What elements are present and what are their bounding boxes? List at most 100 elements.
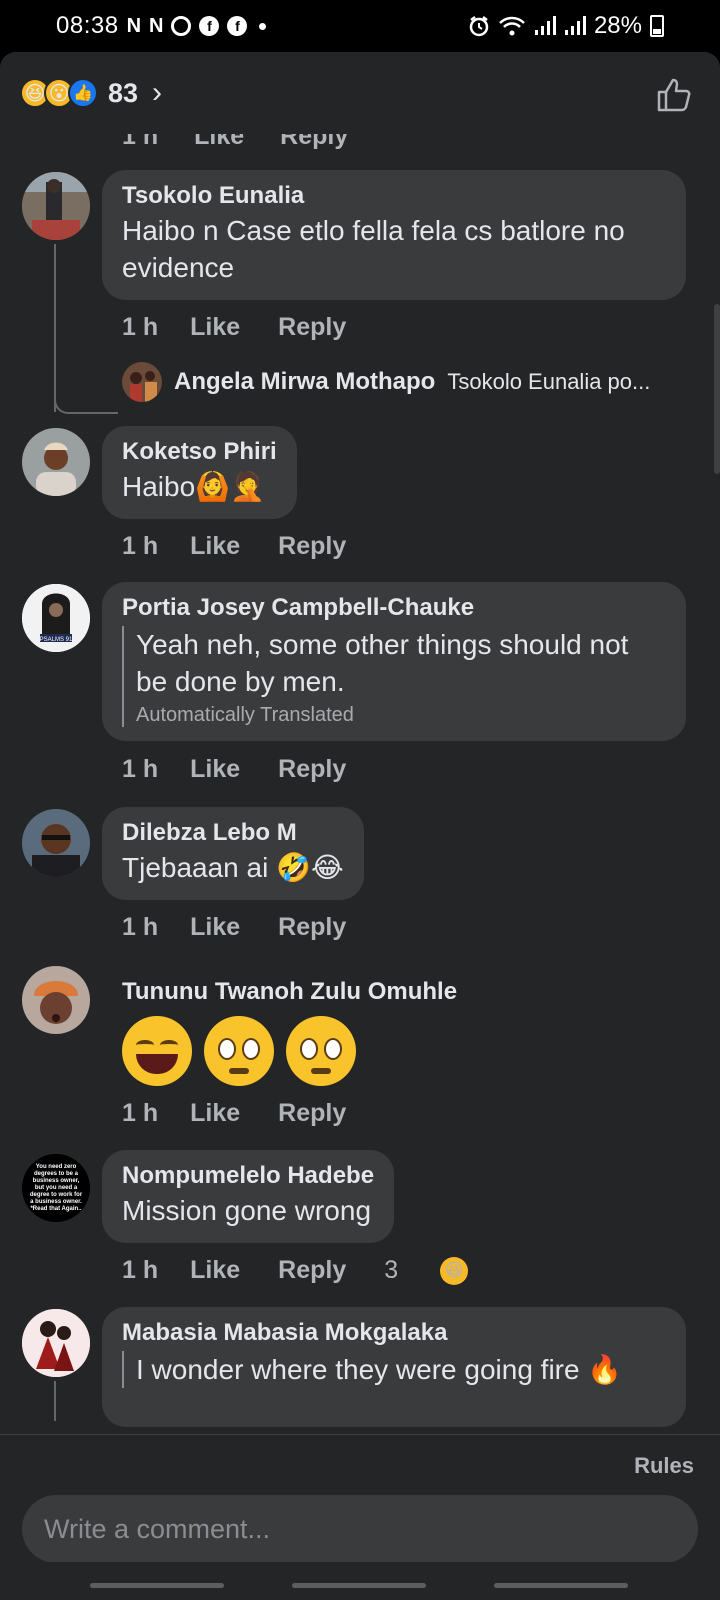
comment-actions: 1 h Like Reply bbox=[122, 755, 384, 784]
reply-button[interactable]: Reply bbox=[278, 1099, 346, 1128]
reply-button[interactable]: Reply bbox=[278, 755, 346, 784]
thread-line bbox=[54, 1381, 56, 1421]
avatar[interactable] bbox=[22, 809, 90, 877]
battery-icon bbox=[650, 15, 664, 37]
comments-list[interactable]: 1 h Like Reply Tsokolo Eunalia Haibo n C… bbox=[0, 134, 720, 1486]
status-bar: 08:38 N N f f 28% bbox=[0, 0, 720, 52]
scrollbar[interactable] bbox=[714, 304, 720, 474]
chevron-right-icon[interactable]: › bbox=[152, 76, 162, 110]
comment-text: Tjebaaan ai 🤣😂 bbox=[122, 852, 344, 883]
reply-text: Tsokolo Eunalia po... bbox=[447, 369, 651, 394]
more-notifications-dot bbox=[259, 22, 267, 30]
commenter-name[interactable]: Tununu Twanoh Zulu Omuhle bbox=[122, 978, 457, 1006]
status-left: 08:38 N N f f bbox=[56, 12, 267, 40]
avatar[interactable]: You need zero degrees to be a business o… bbox=[22, 1154, 90, 1222]
comment-time: 1 h bbox=[122, 755, 159, 783]
comment-text: Yeah neh, some other things should not b… bbox=[136, 629, 629, 697]
translation-label[interactable]: Automatically Translated bbox=[136, 704, 666, 727]
rules-link[interactable]: Rules bbox=[634, 1453, 694, 1479]
notification-n-icon: N bbox=[126, 15, 142, 37]
comment-time: 1 h bbox=[122, 313, 159, 341]
signal-icon bbox=[564, 16, 586, 35]
emoji-comment[interactable] bbox=[122, 1016, 356, 1086]
thread-connector bbox=[54, 392, 118, 414]
status-time: 08:38 bbox=[56, 12, 119, 39]
avatar[interactable] bbox=[22, 1309, 90, 1377]
comment-actions: 1 h Like Reply bbox=[122, 313, 384, 342]
comment-input[interactable] bbox=[22, 1495, 698, 1563]
system-nav-bar bbox=[0, 1562, 720, 1600]
comment-reactions[interactable]: 3 😆 bbox=[384, 1256, 506, 1285]
flushed-face-emoji-icon bbox=[204, 1016, 274, 1086]
flushed-face-emoji-icon bbox=[286, 1016, 356, 1086]
translated-quote: I wonder where they were going fire 🔥 bbox=[122, 1351, 666, 1388]
reactions-header[interactable]: 😆 😮 👍 83 › bbox=[0, 52, 720, 134]
translated-quote: Yeah neh, some other things should not b… bbox=[122, 626, 666, 727]
comment-text: I wonder where they were going fire 🔥 bbox=[136, 1354, 623, 1385]
like-button[interactable]: Like bbox=[190, 913, 240, 942]
reply-button[interactable]: Reply bbox=[280, 134, 348, 151]
commenter-name[interactable]: Tsokolo Eunalia bbox=[122, 182, 666, 210]
reaction-count[interactable]: 83 bbox=[108, 78, 138, 109]
like-button[interactable]: Like bbox=[190, 532, 240, 561]
commenter-name[interactable]: Koketso Phiri bbox=[122, 438, 277, 466]
avatar[interactable]: PSALMS 91 bbox=[22, 584, 90, 652]
previous-comment-actions: 1 h Like Reply bbox=[122, 134, 348, 151]
comment-bubble[interactable]: Nompumelelo Hadebe Mission gone wrong bbox=[102, 1150, 395, 1243]
comment-time: 1 h bbox=[122, 1099, 159, 1127]
reply-avatar[interactable] bbox=[122, 362, 162, 402]
like-button[interactable]: Like bbox=[190, 755, 240, 784]
reply-button[interactable]: Reply bbox=[278, 913, 346, 942]
notification-circle-icon bbox=[171, 16, 192, 36]
comment-text: Mission gone wrong bbox=[122, 1195, 372, 1226]
reply-button[interactable]: Reply bbox=[278, 1256, 346, 1285]
signal-icon bbox=[534, 16, 556, 35]
comment-time: 1 h bbox=[122, 913, 159, 941]
like-thumb-icon[interactable] bbox=[654, 74, 694, 114]
laughing-tears-emoji-icon bbox=[122, 1016, 192, 1086]
comments-sheet: 😆 😮 👍 83 › 1 h Like Reply Tsokolo Eunali… bbox=[0, 52, 720, 1600]
comment-text: Haibo🙆🤦 bbox=[122, 471, 265, 502]
comment-bubble[interactable]: Portia Josey Campbell-Chauke Yeah neh, s… bbox=[102, 582, 686, 741]
reply-author-name[interactable]: Angela Mirwa Mothapo bbox=[174, 368, 435, 396]
reply-button[interactable]: Reply bbox=[278, 532, 346, 561]
avatar[interactable] bbox=[22, 966, 90, 1034]
reply-button[interactable]: Reply bbox=[278, 313, 346, 342]
facebook-icon: f bbox=[227, 16, 248, 36]
comment-bubble[interactable]: Dilebza Lebo M Tjebaaan ai 🤣😂 bbox=[102, 807, 364, 900]
comment-time: 1 h bbox=[122, 134, 159, 150]
comment-time: 1 h bbox=[122, 1256, 159, 1284]
like-reaction-icon: 👍 bbox=[68, 78, 98, 108]
like-button[interactable]: Like bbox=[190, 1099, 240, 1128]
commenter-name[interactable]: Mabasia Mabasia Mokgalaka bbox=[122, 1319, 666, 1347]
comment-text: Haibo n Case etlo fella fela cs batlore … bbox=[122, 215, 625, 283]
avatar[interactable] bbox=[22, 428, 90, 496]
avatar-text: PSALMS 91 bbox=[40, 637, 73, 643]
comment-bubble[interactable]: Mabasia Mabasia Mokgalaka I wonder where… bbox=[102, 1307, 686, 1427]
back-button[interactable] bbox=[494, 1583, 628, 1588]
commenter-name[interactable]: Dilebza Lebo M bbox=[122, 819, 344, 847]
avatar-text: You need zero degrees to be a business o… bbox=[29, 1163, 83, 1212]
like-button[interactable]: Like bbox=[190, 1256, 240, 1285]
comment-actions: 1 h Like Reply bbox=[122, 532, 384, 561]
comment-actions: 1 h Like Reply bbox=[122, 1099, 384, 1128]
like-button[interactable]: Like bbox=[190, 313, 240, 342]
reaction-icons[interactable]: 😆 😮 👍 bbox=[20, 78, 98, 108]
reply-preview[interactable]: Angela Mirwa Mothapo Tsokolo Eunalia po.… bbox=[122, 362, 650, 402]
comment-composer: Rules bbox=[0, 1434, 720, 1563]
home-button[interactable] bbox=[292, 1583, 426, 1588]
recents-button[interactable] bbox=[90, 1583, 224, 1588]
haha-reaction-icon: 😆 bbox=[440, 1256, 469, 1285]
comment-actions: 1 h Like Reply bbox=[122, 913, 384, 942]
comment-time: 1 h bbox=[122, 532, 159, 560]
comment-bubble[interactable]: Tsokolo Eunalia Haibo n Case etlo fella … bbox=[102, 170, 686, 300]
comment-bubble[interactable]: Koketso Phiri Haibo🙆🤦 bbox=[102, 426, 297, 519]
battery-percent: 28% bbox=[593, 12, 642, 39]
thread-line bbox=[54, 244, 56, 412]
commenter-name[interactable]: Nompumelelo Hadebe bbox=[122, 1162, 374, 1190]
wifi-icon bbox=[499, 16, 525, 36]
commenter-name[interactable]: Portia Josey Campbell-Chauke bbox=[122, 594, 666, 622]
like-button[interactable]: Like bbox=[194, 134, 244, 151]
comment-reaction-count: 3 bbox=[384, 1256, 399, 1284]
avatar[interactable] bbox=[22, 172, 90, 240]
